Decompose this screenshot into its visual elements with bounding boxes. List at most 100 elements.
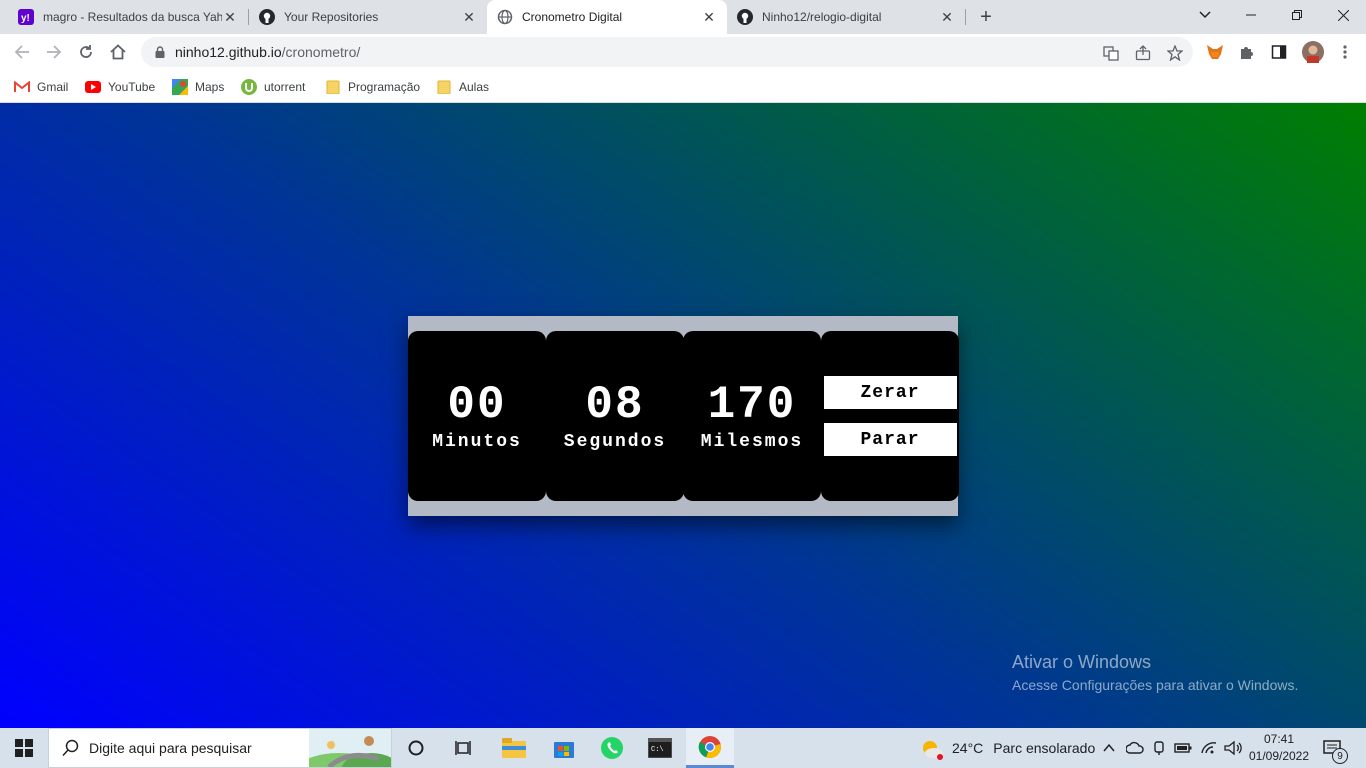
bookmark-youtube[interactable]: YouTube [85, 76, 155, 98]
clock-time: 07:41 [1263, 732, 1295, 746]
weather-temperature: 24°C [952, 740, 984, 756]
chevron-up-icon [1103, 743, 1115, 752]
url-text: ninho12.github.io/cronometro/ [175, 44, 361, 60]
reset-button[interactable]: Zerar [823, 376, 957, 409]
notification-center-button[interactable]: 9 [1322, 728, 1348, 768]
side-panel-icon[interactable] [1270, 43, 1288, 61]
reload-icon [80, 45, 92, 58]
activate-windows-watermark: Ativar o Windows Acesse Configurações pa… [1012, 652, 1298, 693]
minutes-display: 00 Minutos [408, 331, 546, 501]
address-bar[interactable]: ninho12.github.io/cronometro/ [141, 37, 1193, 67]
chrome-taskbar-button[interactable] [686, 728, 734, 768]
cortana-button[interactable] [392, 728, 440, 768]
bookmark-star-icon[interactable] [1166, 44, 1184, 62]
watermark-title: Ativar o Windows [1012, 652, 1152, 672]
close-window-button[interactable] [1320, 0, 1366, 30]
chrome-icon [698, 735, 721, 758]
yahoo-icon: y! [18, 9, 34, 25]
metamask-icon[interactable] [1206, 43, 1224, 61]
seconds-label: Segundos [563, 432, 667, 452]
tab-search-button[interactable] [1182, 0, 1228, 30]
tab-title: Your Repositories [284, 10, 379, 24]
store-icon [554, 742, 574, 758]
whatsapp-button[interactable] [588, 728, 636, 768]
folder-icon [502, 738, 526, 758]
notification-count-badge: 9 [1332, 748, 1348, 764]
windows-taskbar: Digite aqui para pesquisar C:\ 24°C Parc… [0, 728, 1366, 768]
bookmark-gmail[interactable]: Gmail [14, 76, 68, 98]
translate-icon[interactable] [1102, 44, 1120, 62]
utorrent-icon [241, 79, 257, 95]
close-icon[interactable]: ✕ [939, 9, 955, 25]
home-icon [110, 44, 126, 60]
milliseconds-label: Milesmos [700, 432, 804, 452]
back-arrow-icon [14, 45, 29, 59]
home-button[interactable] [106, 40, 130, 64]
bookmarks-bar: Gmail YouTube Maps utorrent Programação … [0, 70, 1366, 103]
forward-button[interactable] [42, 40, 66, 64]
minimize-button[interactable] [1228, 0, 1274, 30]
tab-cronometro-digital[interactable]: Cronometro Digital ✕ [487, 0, 727, 34]
weather-description: Parc ensolarado [993, 740, 1096, 756]
seconds-display: 08 Segundos [546, 331, 684, 501]
cortana-circle-icon [408, 740, 424, 756]
restore-button[interactable] [1274, 0, 1320, 30]
share-icon[interactable] [1134, 44, 1152, 62]
file-explorer-button[interactable] [490, 728, 538, 768]
clock-date: 01/09/2022 [1248, 749, 1310, 763]
bookmark-utorrent[interactable]: utorrent [241, 76, 305, 98]
onedrive-cloud-icon [1126, 741, 1144, 754]
partly-sunny-icon [923, 741, 943, 760]
milliseconds-value: 170 [707, 379, 797, 431]
close-icon[interactable]: ✕ [461, 9, 477, 25]
start-button[interactable] [0, 728, 48, 768]
bookmark-folder-aulas[interactable]: Aulas [436, 76, 489, 98]
browser-toolbar: ninho12.github.io/cronometro/ [0, 34, 1366, 70]
tab-yahoo-search[interactable]: y! magro - Resultados da busca Yah ✕ [8, 0, 248, 34]
folder-icon [436, 79, 452, 95]
meet-now-icon [1154, 741, 1164, 755]
search-placeholder: Digite aqui para pesquisar [89, 740, 252, 756]
close-icon[interactable]: ✕ [222, 9, 238, 25]
volume-icon [1224, 740, 1242, 756]
reload-button[interactable] [74, 40, 98, 64]
bookmark-folder-programacao[interactable]: Programação [325, 76, 420, 98]
back-button[interactable] [10, 40, 34, 64]
svg-text:y!: y! [21, 13, 30, 24]
lock-icon[interactable] [153, 45, 167, 59]
tab-title: Ninho12/relogio-digital [762, 10, 882, 24]
wifi-icon [1201, 742, 1217, 754]
tab-your-repositories[interactable]: Your Repositories ✕ [249, 0, 487, 34]
stop-button[interactable]: Parar [823, 423, 957, 456]
search-highlight-illustration [309, 729, 391, 767]
terminal-icon: C:\ [648, 738, 672, 758]
browser-menu-icon[interactable] [1336, 43, 1354, 61]
gmail-icon [14, 79, 30, 95]
task-view-icon [455, 741, 471, 755]
github-icon [259, 9, 275, 25]
new-tab-button[interactable]: + [976, 7, 996, 27]
extensions-puzzle-icon[interactable] [1238, 43, 1256, 61]
microsoft-store-button[interactable] [540, 728, 588, 768]
maps-icon [172, 79, 188, 95]
tab-title: Cronometro Digital [522, 10, 623, 24]
seconds-value: 08 [585, 379, 645, 431]
minutes-value: 00 [447, 379, 507, 431]
clock[interactable]: 07:41 01/09/2022 [1244, 728, 1314, 768]
forward-arrow-icon [47, 45, 62, 59]
weather-widget[interactable]: 24°C Parc ensolarado [920, 728, 1095, 768]
folder-icon [325, 79, 341, 95]
terminal-button[interactable]: C:\ [636, 728, 684, 768]
globe-icon [497, 9, 513, 25]
bookmark-maps[interactable]: Maps [172, 76, 224, 98]
whatsapp-icon [601, 737, 623, 759]
close-icon[interactable]: ✕ [701, 9, 717, 25]
system-tray [1102, 728, 1242, 768]
tab-strip: y! magro - Resultados da busca Yah ✕ You… [0, 0, 1366, 34]
stopwatch-panel: 00 Minutos 08 Segundos 170 Milesmos Zera… [408, 316, 959, 516]
tab-relogio-digital[interactable]: Ninho12/relogio-digital ✕ [727, 0, 965, 34]
minutes-label: Minutos [432, 432, 522, 452]
task-view-button[interactable] [440, 728, 488, 768]
taskbar-search[interactable]: Digite aqui para pesquisar [48, 728, 392, 768]
profile-avatar[interactable] [1302, 41, 1324, 63]
